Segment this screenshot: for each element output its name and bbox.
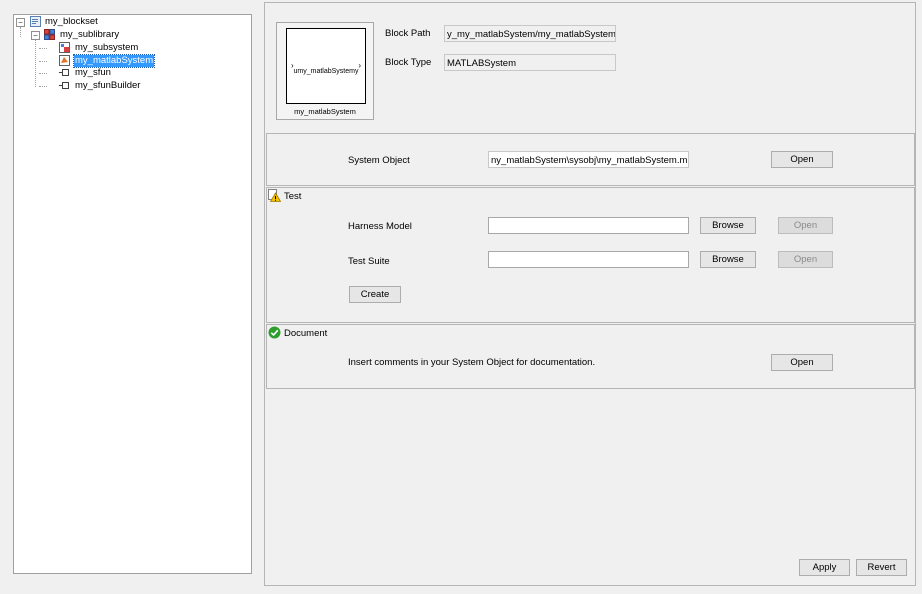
revert-button[interactable]: Revert bbox=[856, 559, 907, 576]
browse-test-suite-button[interactable]: Browse bbox=[700, 251, 756, 268]
document-instructions: Insert comments in your System Object fo… bbox=[348, 357, 596, 368]
block-port-labels: umy_matlabSystemy bbox=[293, 68, 359, 75]
tree-connector bbox=[20, 27, 21, 37]
block-icon: › › umy_matlabSystemy bbox=[286, 28, 366, 104]
browse-harness-button[interactable]: Browse bbox=[700, 217, 756, 234]
block-path-label: Block Path bbox=[385, 28, 431, 39]
test-suite-label: Test Suite bbox=[348, 256, 390, 267]
tree-item-library[interactable]: my_sublibrary bbox=[59, 29, 120, 41]
open-document-button[interactable]: Open bbox=[771, 354, 833, 371]
library-icon bbox=[44, 29, 55, 40]
sfunction-builder-block-icon bbox=[59, 82, 69, 89]
system-object-field[interactable]: ny_matlabSystem\sysobj\my_matlabSystem.m bbox=[488, 151, 689, 168]
tree-connector bbox=[39, 61, 47, 62]
matlab-system-block-icon bbox=[59, 55, 70, 66]
tree-item-label: my_matlabSystem bbox=[72, 54, 156, 68]
warning-icon bbox=[268, 189, 281, 202]
sfunction-block-icon bbox=[59, 69, 69, 76]
tree-item-my-sfunbuilder[interactable]: my_sfunBuilder bbox=[74, 80, 141, 92]
tree-item-label: my_sublibrary bbox=[60, 29, 120, 40]
tree-item-label: my_sfun bbox=[75, 67, 111, 78]
tree-item-root[interactable]: my_blockset bbox=[44, 16, 99, 28]
open-test-suite-button[interactable]: Open bbox=[778, 251, 833, 268]
tree-item-label: my_blockset bbox=[45, 16, 98, 27]
block-caption: my_matlabSystem bbox=[294, 107, 356, 116]
document-section-title: Document bbox=[284, 328, 328, 339]
block-type-field: MATLABSystem bbox=[444, 54, 616, 71]
tree-connector bbox=[39, 86, 47, 87]
tree-connector bbox=[39, 73, 47, 74]
block-type-label: Block Type bbox=[385, 57, 432, 68]
block-preview: › › umy_matlabSystemy my_matlabSystem bbox=[276, 22, 374, 120]
apply-button[interactable]: Apply bbox=[799, 559, 850, 576]
harness-model-label: Harness Model bbox=[348, 221, 412, 232]
tree-connector bbox=[35, 40, 36, 87]
tree-connector bbox=[39, 48, 47, 49]
subsystem-block-icon bbox=[59, 42, 70, 53]
tree-item-my-subsystem[interactable]: my_subsystem bbox=[74, 42, 139, 54]
system-object-label: System Object bbox=[348, 155, 410, 166]
collapse-library-toggle[interactable]: − bbox=[31, 31, 40, 40]
block-path-field: y_my_matlabSystem/my_matlabSystem bbox=[444, 25, 616, 42]
open-harness-button[interactable]: Open bbox=[778, 217, 833, 234]
collapse-root-toggle[interactable]: − bbox=[16, 18, 25, 27]
checkmark-icon bbox=[268, 326, 281, 339]
harness-model-input[interactable] bbox=[488, 217, 689, 234]
blockset-tree[interactable]: − my_blockset − my_sublibrary my_subsyst… bbox=[13, 14, 252, 574]
test-section-title: Test bbox=[284, 191, 302, 202]
tree-item-label: my_subsystem bbox=[75, 42, 139, 53]
test-suite-input[interactable] bbox=[488, 251, 689, 268]
tree-item-my-sfun[interactable]: my_sfun bbox=[74, 67, 112, 79]
tree-item-my-matlabsystem[interactable]: my_matlabSystem bbox=[72, 54, 156, 68]
create-test-button[interactable]: Create bbox=[349, 286, 401, 303]
open-system-object-button[interactable]: Open bbox=[771, 151, 833, 168]
tree-item-label: my_sfunBuilder bbox=[75, 80, 141, 91]
blockset-icon bbox=[30, 16, 41, 27]
